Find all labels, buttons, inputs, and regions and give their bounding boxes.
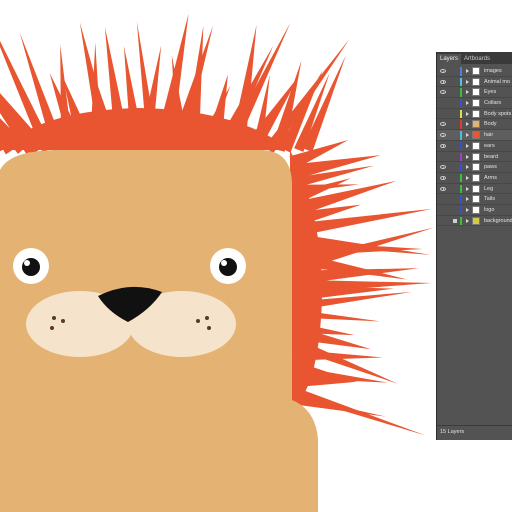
- layer-name: images: [484, 68, 502, 74]
- layer-row[interactable]: paws: [437, 162, 512, 173]
- expand-triangle-icon[interactable]: [466, 79, 469, 84]
- panel-tabs: Layers Artboards: [437, 52, 512, 64]
- expand-triangle-icon[interactable]: [466, 186, 469, 191]
- layer-name: background: [484, 217, 512, 224]
- layer-name: Animal mo: [484, 78, 510, 85]
- layer-thumbnail: [472, 195, 480, 204]
- layer-name: ears: [484, 142, 495, 149]
- layer-thumbnail: [472, 184, 480, 193]
- layer-thumbnail: [472, 141, 480, 150]
- layer-thumbnail: [472, 109, 480, 118]
- expand-triangle-icon[interactable]: [466, 207, 469, 212]
- layer-color-bar: [460, 109, 462, 119]
- tab-artboards[interactable]: Artboards: [461, 54, 493, 64]
- layer-thumbnail: [472, 77, 480, 86]
- visibility-eye-icon[interactable]: [440, 79, 446, 84]
- layer-row[interactable]: Animal mo: [437, 77, 512, 88]
- layer-color-bar: [460, 67, 462, 76]
- layer-row[interactable]: Leg: [437, 184, 512, 195]
- layer-name: Tails: [484, 196, 496, 203]
- expand-triangle-icon[interactable]: [466, 122, 469, 127]
- layer-name: paws: [484, 164, 497, 171]
- layer-color-bar: [460, 131, 462, 140]
- layer-thumbnail: [472, 99, 480, 108]
- layer-name: beard: [484, 153, 499, 160]
- layer-color-bar: [460, 99, 462, 108]
- layer-name: Eyes: [484, 89, 497, 96]
- layer-color-bar: [460, 205, 462, 215]
- layer-name: Arms: [484, 174, 497, 181]
- layer-name: hair: [484, 132, 494, 139]
- layer-thumbnail: [472, 152, 480, 161]
- layer-row[interactable]: Eyes: [437, 87, 512, 99]
- layer-color-bar: [460, 195, 462, 204]
- visibility-eye-icon[interactable]: [440, 133, 446, 138]
- layer-color-bar: [460, 173, 462, 183]
- expand-triangle-icon[interactable]: [466, 101, 469, 106]
- expand-triangle-icon[interactable]: [466, 133, 469, 138]
- visibility-eye-icon[interactable]: [440, 165, 446, 170]
- expand-triangle-icon[interactable]: [466, 143, 469, 148]
- panel-footer: 15 Layers: [437, 425, 512, 440]
- layer-thumbnail: [472, 205, 480, 214]
- layer-list: images Animal mo Eyes Collars Body spots Body…: [437, 66, 512, 227]
- layer-name: Body: [484, 121, 497, 128]
- visibility-eye-icon[interactable]: [440, 186, 446, 191]
- expand-triangle-icon[interactable]: [466, 175, 469, 180]
- layer-color-bar: [460, 88, 462, 97]
- layer-name: logo: [484, 206, 495, 213]
- layer-thumbnail: [472, 173, 480, 182]
- expand-triangle-icon[interactable]: [466, 154, 469, 159]
- layers-count: 15 Layers: [440, 429, 465, 435]
- layer-color-bar: [460, 152, 462, 161]
- layer-row[interactable]: Body spots: [437, 109, 512, 120]
- visibility-eye-icon[interactable]: [440, 143, 446, 148]
- lion-left-eye: [13, 248, 49, 284]
- layers-panel: Layers Artboards images Animal mo Eyes Coll…: [436, 52, 512, 440]
- layer-color-bar: [460, 120, 462, 129]
- layer-thumbnail: [472, 67, 480, 75]
- layer-row[interactable]: ears: [437, 141, 512, 152]
- layer-thumbnail: [472, 216, 480, 225]
- layer-row[interactable]: background: [437, 216, 512, 227]
- expand-triangle-icon[interactable]: [466, 218, 469, 223]
- layer-color-bar: [460, 163, 462, 172]
- tab-layers[interactable]: Layers: [437, 54, 462, 64]
- layer-name: Body spots: [484, 110, 512, 117]
- expand-triangle-icon[interactable]: [466, 90, 469, 95]
- lock-icon[interactable]: [453, 218, 457, 223]
- layer-row[interactable]: beard: [437, 152, 512, 163]
- expand-triangle-icon[interactable]: [466, 111, 469, 116]
- layer-name: Leg: [484, 185, 494, 192]
- layer-name: Collars: [484, 100, 502, 107]
- layer-thumbnail: [472, 163, 480, 172]
- layer-row[interactable]: images: [437, 66, 512, 77]
- layer-row[interactable]: Body: [437, 119, 512, 131]
- layer-row[interactable]: Tails: [437, 194, 512, 205]
- lion-right-eye: [210, 248, 246, 284]
- layer-row[interactable]: Collars: [437, 98, 512, 109]
- layer-row[interactable]: hair: [437, 130, 512, 141]
- expand-triangle-icon[interactable]: [466, 69, 469, 73]
- layer-color-bar: [460, 184, 462, 194]
- layer-row[interactable]: Arms: [437, 173, 512, 184]
- layer-color-bar: [460, 216, 462, 226]
- visibility-eye-icon[interactable]: [440, 69, 446, 73]
- expand-triangle-icon[interactable]: [466, 165, 469, 170]
- layer-thumbnail: [472, 88, 480, 97]
- layer-color-bar: [460, 77, 462, 87]
- visibility-eye-icon[interactable]: [440, 175, 446, 180]
- expand-triangle-icon[interactable]: [466, 197, 469, 202]
- visibility-eye-icon[interactable]: [440, 90, 446, 95]
- layer-thumbnail: [472, 120, 480, 129]
- layer-thumbnail: [472, 131, 480, 140]
- layer-row[interactable]: logo: [437, 205, 512, 216]
- visibility-eye-icon[interactable]: [440, 122, 446, 127]
- layer-color-bar: [460, 141, 462, 151]
